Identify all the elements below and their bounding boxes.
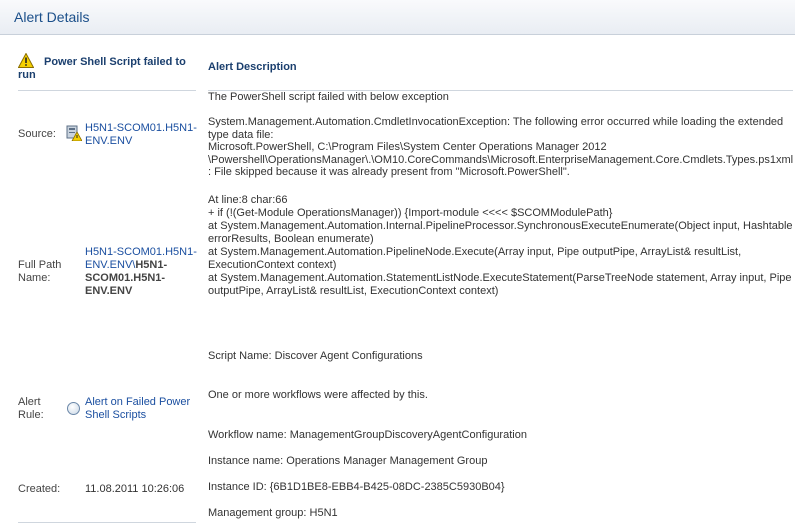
description-line: One or more workflows were affected by t… (208, 389, 428, 401)
alert-description-header: Alert Description (208, 52, 793, 91)
description-line: at System.Management.Automation.Internal… (208, 220, 793, 245)
alert-title-row: Power Shell Script failed to run (18, 52, 196, 91)
alert-title: Power Shell Script failed to run (18, 56, 186, 81)
description-line: Management group: H5N1 (208, 507, 338, 519)
alert-properties-panel: Power Shell Script failed to run Source:… (18, 52, 197, 495)
description-line: The PowerShell script failed with below … (208, 91, 449, 103)
page-title: Alert Details (14, 9, 90, 25)
description-line: at System.Management.Automation.Statemen… (208, 272, 792, 297)
description-line: Instance name: Operations Manager Manage… (208, 455, 488, 467)
source-link[interactable]: H5N1-SCOM01.H5N1-ENV.ENV (85, 122, 197, 148)
alert-rule-label: Alert Rule: (18, 396, 44, 421)
created-label: Created: (18, 483, 61, 495)
server-warning-icon (66, 125, 82, 141)
full-path-value: H5N1-SCOM01.H5N1-ENV.ENV\H5N1-SCOM01.H5N… (85, 246, 197, 298)
description-line: At line:8 char:66 (208, 194, 288, 206)
alert-description-heading: Alert Description (208, 61, 297, 73)
description-line: Instance ID: {6B1D1BE8-EBB4-B425-08DC-23… (208, 481, 505, 493)
description-line: Script Name: Discover Agent Configuratio… (208, 350, 423, 362)
rule-icon (67, 402, 80, 415)
alert-description-panel: Alert Description (208, 52, 793, 91)
description-line: at System.Management.Automation.Pipeline… (208, 246, 742, 271)
description-line: + if (!(Get-Module OperationsManager)) {… (208, 207, 613, 219)
description-line: System.Management.Automation.CmdletInvoc… (208, 116, 784, 141)
created-value: 11.08.2011 10:26:06 (85, 483, 185, 495)
alert-details-header: Alert Details (0, 0, 795, 35)
alert-rule-link[interactable]: Alert on Failed Power Shell Scripts (85, 396, 197, 422)
left-divider (18, 522, 196, 523)
source-label: Source: (18, 128, 56, 140)
full-path-label: Full Path Name: (18, 259, 62, 284)
description-line: Microsoft.PowerShell, C:\Program Files\S… (208, 141, 794, 178)
description-line: Workflow name: ManagementGroupDiscoveryA… (208, 429, 527, 441)
